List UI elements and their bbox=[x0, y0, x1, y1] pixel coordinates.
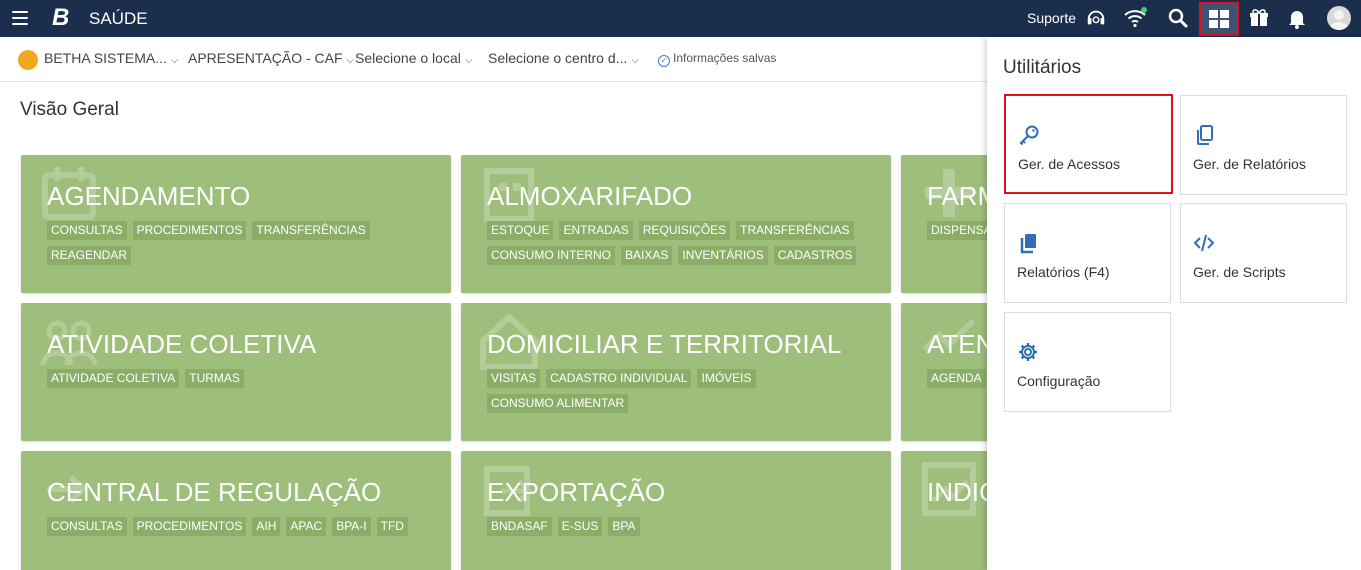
center-label: Selecione o centro d... bbox=[488, 50, 628, 66]
utility-tile-label: Ger. de Relatórios bbox=[1193, 156, 1306, 172]
card-tag-link[interactable]: REQUISIÇÕES bbox=[638, 221, 731, 240]
card-tag-link[interactable]: AIH bbox=[252, 517, 281, 536]
card-tags: ESTOQUE ENTRADAS REQUISIÇÕES TRANSFERÊNCIAS… bbox=[487, 221, 877, 271]
utilities-panel: Utilitários Ger. de Acessos Ger. de Relat… bbox=[987, 37, 1361, 570]
module-card[interactable]: AGENDAMENTO CONSULTAS PROCEDIMENTOS TRANSFE… bbox=[21, 155, 451, 293]
document-icon bbox=[1020, 234, 1036, 254]
card-tags: CONSULTAS PROCEDIMENTOS AIH APAC BPA-I TFD bbox=[47, 517, 437, 542]
wifi-icon[interactable] bbox=[1123, 6, 1147, 30]
chevron-down-icon: ⌵ bbox=[464, 55, 473, 66]
chevron-down-icon: ⌵ bbox=[631, 55, 639, 66]
search-icon[interactable] bbox=[1166, 6, 1190, 30]
card-tag-link[interactable]: E-SUS bbox=[557, 517, 603, 536]
card-tag-link[interactable]: INVENTÁRIOS bbox=[678, 246, 768, 265]
card-tag-link[interactable]: REAGENDAR bbox=[47, 246, 132, 265]
bell-icon[interactable] bbox=[1285, 6, 1309, 30]
card-tag-link[interactable]: ESTOQUE bbox=[487, 221, 554, 240]
utility-tile[interactable]: Ger. de Acessos bbox=[1004, 94, 1173, 194]
card-tag-link[interactable]: CONSULTAS bbox=[47, 517, 127, 536]
user-silhouette-icon bbox=[1329, 10, 1349, 30]
copy-icon bbox=[1197, 125, 1213, 145]
card-tag-link[interactable]: ENTRADAS bbox=[559, 221, 633, 240]
module-card[interactable]: DOMICILIAR E TERRITORIAL VISITAS CADASTRO … bbox=[461, 303, 891, 441]
card-tag-link[interactable]: CADASTRO INDIVIDUAL bbox=[546, 369, 692, 388]
card-tag-link[interactable]: TRANSFERÊNCIAS bbox=[252, 221, 370, 240]
utility-tile-label: Configuração bbox=[1017, 373, 1101, 389]
center-selector[interactable]: Selecione o centro d... ⌵ bbox=[488, 50, 639, 66]
chevron-down-icon: ⌵ bbox=[170, 55, 179, 66]
card-tag-link[interactable]: VISITAS bbox=[487, 369, 541, 388]
card-title: EXPORTAÇÃO bbox=[487, 477, 666, 507]
utility-tile-label: Ger. de Scripts bbox=[1193, 264, 1286, 280]
card-tag-link[interactable]: CONSULTAS bbox=[47, 221, 127, 240]
support-link[interactable]: Suporte bbox=[1027, 10, 1076, 26]
card-tag-link[interactable]: BPA bbox=[608, 517, 640, 536]
top-navigation-bar: B SAÚDE Suporte bbox=[0, 0, 1361, 37]
card-tag-link[interactable]: BAIXAS bbox=[621, 246, 673, 265]
gift-icon[interactable] bbox=[1247, 6, 1271, 30]
card-tags: BNDASAF E-SUS BPA bbox=[487, 517, 877, 542]
apps-grid-icon bbox=[1209, 10, 1229, 28]
card-title: DOMICILIAR E TERRITORIAL bbox=[487, 329, 842, 359]
card-tags: VISITAS CADASTRO INDIVIDUAL IMÓVEIS CONSUMO… bbox=[487, 369, 877, 419]
card-tag-link[interactable]: TRANSFERÊNCIAS bbox=[736, 221, 854, 240]
utility-tile[interactable]: Relatórios (F4) bbox=[1004, 203, 1171, 303]
card-tag-link[interactable]: DISPENSA bbox=[927, 221, 996, 240]
module-card[interactable]: EXPORTAÇÃO BNDASAF E-SUS BPA bbox=[461, 451, 891, 570]
utility-tile-label: Ger. de Acessos bbox=[1018, 156, 1120, 172]
card-title: ATEN bbox=[927, 329, 995, 359]
user-avatar[interactable] bbox=[1327, 6, 1351, 30]
card-tag-link[interactable]: BNDASAF bbox=[487, 517, 552, 536]
check-circle-icon: ✓ bbox=[658, 55, 670, 67]
saved-label: Informações salvas bbox=[673, 51, 777, 65]
card-title: AGENDAMENTO bbox=[47, 181, 251, 211]
card-title: ATIVIDADE COLETIVA bbox=[47, 329, 317, 359]
card-tag-link[interactable]: BPA-I bbox=[332, 517, 371, 536]
card-tag-link[interactable]: CADASTROS bbox=[773, 246, 857, 265]
chevron-down-icon: ⌵ bbox=[346, 55, 355, 66]
card-tag-link[interactable]: PROCEDIMENTOS bbox=[132, 221, 247, 240]
utility-tile[interactable]: Configuração bbox=[1004, 312, 1171, 412]
page-title: Visão Geral bbox=[20, 99, 119, 120]
app-title: SAÚDE bbox=[89, 9, 148, 28]
module-card[interactable]: ALMOXARIFADO ESTOQUE ENTRADAS REQUISIÇÕES TR… bbox=[461, 155, 891, 293]
support-headset-icon[interactable] bbox=[1085, 7, 1107, 29]
utility-tile-label: Relatórios (F4) bbox=[1017, 264, 1110, 280]
module-card[interactable]: CENTRAL DE REGULAÇÃO CONSULTAS PROCEDIMENT… bbox=[21, 451, 451, 570]
apps-grid-button[interactable] bbox=[1199, 2, 1239, 36]
menu-icon[interactable] bbox=[12, 11, 28, 25]
context-selector-bar: BETHA SISTEMA... ⌵ APRESENTAÇÃO - CAF ⌵ Se… bbox=[0, 37, 990, 82]
entity-selector[interactable]: BETHA SISTEMA... ⌵ bbox=[44, 50, 179, 66]
card-tag-link[interactable]: APAC bbox=[286, 517, 327, 536]
key-icon bbox=[1019, 125, 1039, 146]
betha-logo[interactable]: B bbox=[52, 4, 69, 32]
module-label: APRESENTAÇÃO - CAF bbox=[188, 50, 343, 66]
card-tag-link[interactable]: PROCEDIMENTOS bbox=[132, 517, 247, 536]
card-tag-link[interactable]: CONSUMO INTERNO bbox=[487, 246, 615, 265]
module-selector[interactable]: APRESENTAÇÃO - CAF ⌵ bbox=[188, 50, 354, 66]
card-tag-link[interactable]: IMÓVEIS bbox=[697, 369, 756, 388]
card-tag-link[interactable]: TURMAS bbox=[185, 369, 244, 388]
card-tags: CONSULTAS PROCEDIMENTOS TRANSFERÊNCIAS REAG… bbox=[47, 221, 437, 271]
card-tag-link[interactable]: ATIVIDADE COLETIVA bbox=[47, 369, 180, 388]
card-tag-link[interactable]: CONSUMO ALIMENTAR bbox=[487, 394, 629, 413]
panel-title: Utilitários bbox=[1003, 57, 1082, 78]
utility-tile[interactable]: Ger. de Relatórios bbox=[1180, 95, 1347, 195]
card-tag-link[interactable]: AGENDA bbox=[927, 369, 986, 388]
local-label: Selecione o local bbox=[355, 50, 461, 66]
card-tags: ATIVIDADE COLETIVA TURMAS bbox=[47, 369, 437, 394]
entity-label: BETHA SISTEMA... bbox=[44, 50, 167, 66]
card-tag-link[interactable]: TFD bbox=[376, 517, 408, 536]
module-card[interactable]: ATIVIDADE COLETIVA ATIVIDADE COLETIVA TURM… bbox=[21, 303, 451, 441]
utility-tile[interactable]: Ger. de Scripts bbox=[1180, 203, 1347, 303]
local-selector[interactable]: Selecione o local ⌵ bbox=[355, 50, 472, 66]
code-icon bbox=[1193, 234, 1215, 252]
saved-status: ✓ Informações salvas bbox=[658, 51, 776, 67]
card-title: CENTRAL DE REGULAÇÃO bbox=[47, 477, 382, 507]
entity-status-dot bbox=[18, 50, 38, 70]
card-title: ALMOXARIFADO bbox=[487, 181, 693, 211]
gear-icon bbox=[1019, 343, 1037, 361]
